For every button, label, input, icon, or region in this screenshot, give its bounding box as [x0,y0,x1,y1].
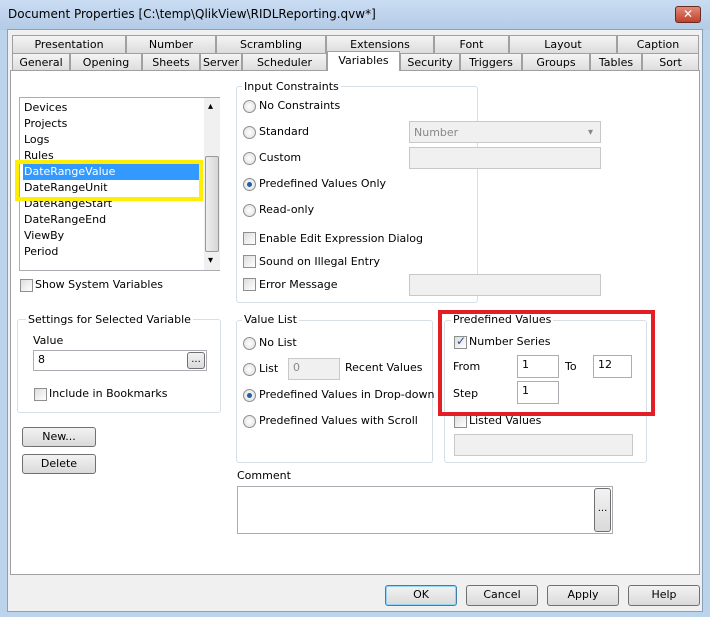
listed-values-input[interactable] [454,434,633,456]
window-title: Document Properties [C:\temp\QlikView\RI… [8,7,376,21]
sound-label: Sound on Illegal Entry [259,255,380,268]
red-highlight-box [438,310,655,416]
custom-input[interactable] [409,147,601,169]
apply-button[interactable]: Apply [547,585,619,606]
custom-radio[interactable] [243,152,256,165]
tab-opening[interactable]: Opening [70,53,142,71]
no-list-label: No List [259,336,297,349]
recent-values-label: Recent Values [345,361,423,374]
include-bookmarks-label: Include in Bookmarks [49,387,168,400]
read-only-radio[interactable] [243,204,256,217]
predefined-only-label: Predefined Values Only [259,177,387,190]
input-constraints-legend: Input Constraints [242,80,341,93]
scroll-thumb[interactable] [205,156,219,252]
listed-values-checkbox[interactable] [454,415,467,428]
sound-checkbox[interactable] [243,255,256,268]
standard-radio[interactable] [243,126,256,139]
help-button[interactable]: Help [628,585,700,606]
error-message-label: Error Message [259,278,338,291]
enable-edit-label: Enable Edit Expression Dialog [259,232,424,245]
tab-scrambling[interactable]: Scrambling [216,35,326,53]
tab-presentation[interactable]: Presentation [12,35,126,53]
error-message-input[interactable] [409,274,601,296]
value-browse-button[interactable]: ... [187,352,205,369]
variable-list-item[interactable]: DateRangeEnd [23,212,203,228]
variable-list-item[interactable]: ViewBy [23,228,203,244]
input-constraints-group [236,86,478,303]
no-constraints-label: No Constraints [259,99,341,112]
tab-tables[interactable]: Tables [590,53,642,71]
comment-label: Comment [237,469,291,482]
no-constraints-radio[interactable] [243,100,256,113]
tab-groups[interactable]: Groups [522,53,590,71]
chevron-down-icon: ▾ [588,127,594,138]
variable-list-item[interactable]: Logs [23,132,203,148]
scroll-down-icon[interactable]: ▾ [208,254,213,268]
tab-triggers[interactable]: Triggers [460,53,522,71]
close-button[interactable]: ✕ [675,6,701,23]
tab-sort[interactable]: Sort [642,53,699,71]
tab-sheets[interactable]: Sheets [142,53,200,71]
value-label: Value [33,334,64,347]
dropdown-label: Predefined Values in Drop-down [259,388,435,401]
comment-browse-button[interactable]: ... [594,488,611,532]
new-button[interactable]: New... [22,427,96,447]
show-system-variables-checkbox[interactable] [20,279,33,292]
tab-variables[interactable]: Variables [327,51,400,71]
tab-font[interactable]: Font [434,35,509,53]
recent-count-spinner[interactable]: 0 [288,358,340,380]
comment-input[interactable] [237,486,613,534]
tab-layout[interactable]: Layout [509,35,617,53]
scroll-radio[interactable] [243,415,256,428]
ok-button[interactable]: OK [385,585,457,606]
delete-button[interactable]: Delete [22,454,96,474]
tab-scheduler[interactable]: Scheduler [242,53,327,71]
list-label: List [259,362,279,375]
scroll-up-icon[interactable]: ▴ [208,100,213,114]
value-input[interactable]: 8 [33,350,207,371]
standard-dropdown[interactable]: Number [409,121,601,143]
tab-server[interactable]: Server [200,53,242,71]
tab-caption[interactable]: Caption [617,35,699,53]
read-only-label: Read-only [259,203,315,216]
include-bookmarks-checkbox[interactable] [34,388,47,401]
variable-list-item[interactable]: Projects [23,116,203,132]
no-list-radio[interactable] [243,337,256,350]
tab-general[interactable]: General [12,53,70,71]
cancel-button[interactable]: Cancel [466,585,538,606]
scroll-label: Predefined Values with Scroll [259,414,418,427]
standard-label: Standard [259,125,310,138]
variable-list-item[interactable]: Devices [23,100,203,116]
dropdown-radio[interactable] [243,389,256,402]
yellow-highlight-box [15,160,203,201]
settings-legend: Settings for Selected Variable [26,313,193,326]
custom-label: Custom [259,151,302,164]
tab-number[interactable]: Number [126,35,216,53]
value-list-legend: Value List [242,313,299,326]
list-radio[interactable] [243,363,256,376]
predefined-only-radio[interactable] [243,178,256,191]
tab-security[interactable]: Security [400,53,460,71]
show-system-variables-label: Show System Variables [35,278,163,291]
enable-edit-checkbox[interactable] [243,232,256,245]
variable-list-item[interactable]: Period [23,244,203,260]
error-message-checkbox[interactable] [243,278,256,291]
